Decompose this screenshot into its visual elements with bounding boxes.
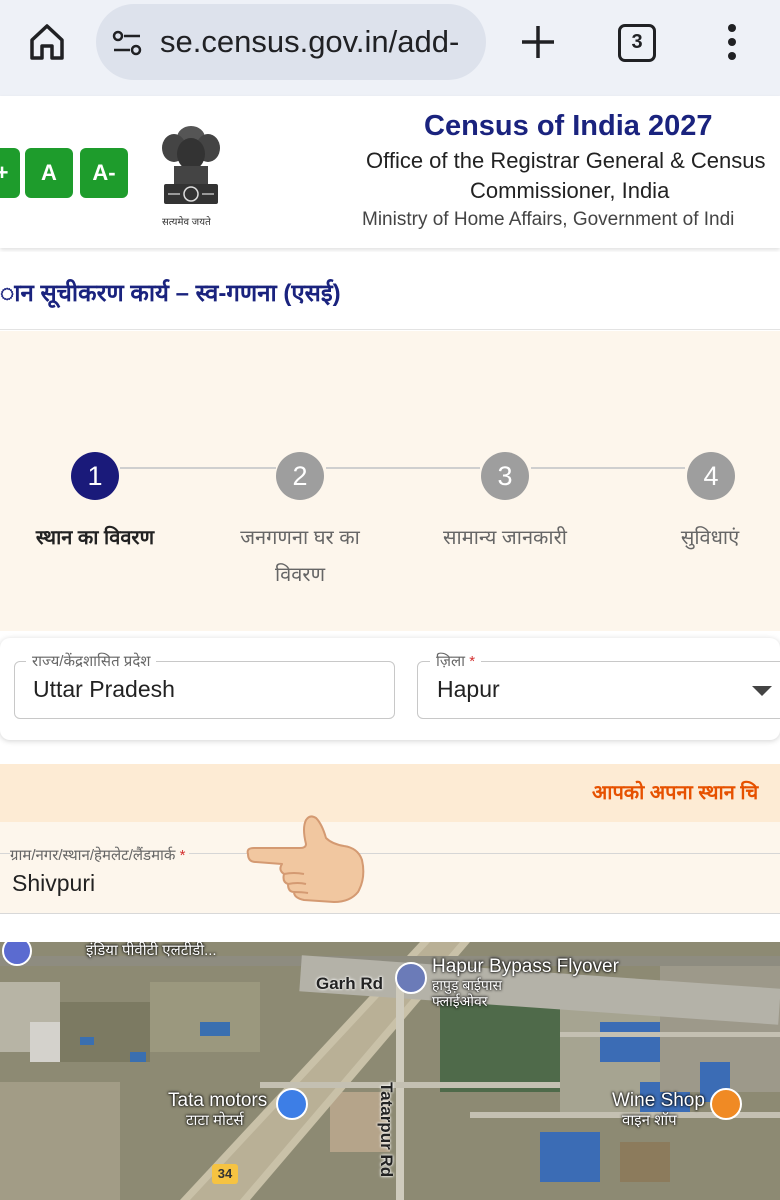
landmark-field-label: ग्राम/नगर/स्थान/हेमलेट/लैंडमार्क * bbox=[10, 845, 190, 865]
plus-icon[interactable] bbox=[518, 22, 558, 62]
ministry-line: Ministry of Home Affairs, Government of … bbox=[362, 209, 735, 230]
landmark-field[interactable] bbox=[0, 822, 780, 914]
map-label-tata-motors: Tata motors bbox=[168, 1090, 268, 1111]
office-line-1: Office of the Registrar General & Census bbox=[366, 148, 766, 173]
font-decrease-button[interactable]: A- bbox=[80, 148, 128, 198]
site-title: Census of India 2027 bbox=[424, 110, 713, 142]
route-shield: 34 bbox=[212, 1164, 238, 1184]
pointing-hand-icon bbox=[246, 815, 365, 903]
map-label-flyover-hi-2: फ्लाईओवर bbox=[432, 993, 488, 1009]
screen: { "browser": { "url": "se.census.gov.in/… bbox=[0, 0, 780, 1200]
national-emblem-icon bbox=[162, 126, 220, 204]
tabs-icon[interactable]: 3 bbox=[618, 24, 656, 62]
step-1-label: स्थान का विवरण bbox=[35, 527, 155, 549]
map-label-tata-motors-hi: टाटा मोटर्स bbox=[186, 1112, 244, 1129]
office-line-2: Commissioner, India bbox=[470, 178, 670, 203]
step-4-circle[interactable]: 4 bbox=[687, 452, 735, 500]
map-label-flyover: Hapur Bypass Flyover bbox=[432, 956, 619, 977]
satellite-map[interactable]: इंडिया पीवीटी एलटीडी... Garh Rd Hapur By… bbox=[0, 942, 780, 1200]
map-label-wine-shop-hi: वाइन शॉप bbox=[622, 1112, 677, 1129]
font-reset-button[interactable]: A bbox=[25, 148, 73, 198]
district-field-label: ज़िला * bbox=[430, 651, 482, 671]
notice-text: आपको अपना स्थान चि bbox=[592, 782, 759, 804]
district-select-value: Hapur bbox=[437, 676, 500, 702]
step-2-circle[interactable]: 2 bbox=[276, 452, 324, 500]
step-3-circle[interactable]: 3 bbox=[481, 452, 529, 500]
step-3-label: सामान्य जानकारी bbox=[443, 527, 567, 549]
step-connector bbox=[531, 467, 685, 469]
emblem-motto: सत्यमेव जयते bbox=[162, 217, 211, 228]
landmark-field-value: Shivpuri bbox=[12, 870, 96, 896]
step-connector bbox=[120, 467, 276, 469]
cocktail-icon[interactable] bbox=[710, 1088, 742, 1120]
state-field-label: राज्य/केंद्रशासित प्रदेश bbox=[26, 651, 157, 671]
chevron-down-icon[interactable] bbox=[751, 684, 773, 698]
shopping-bag-icon[interactable] bbox=[276, 1088, 308, 1120]
step-2-label: जनगणना घर का bbox=[240, 527, 360, 549]
map-label-garh-rd: Garh Rd bbox=[316, 974, 384, 993]
font-increase-button[interactable]: + bbox=[0, 148, 20, 198]
step-1-circle[interactable]: 1 bbox=[71, 452, 119, 500]
step-4-label: सुविधाएं bbox=[680, 527, 740, 549]
home-icon[interactable] bbox=[24, 18, 70, 64]
map-label-top-poi: इंडिया पीवीटी एलटीडी... bbox=[86, 942, 217, 959]
url-text: se.census.gov.in/add- bbox=[160, 24, 460, 59]
flyover-marker[interactable] bbox=[395, 962, 427, 994]
map-label-tatarpur-rd: Tatarpur Rd bbox=[377, 1082, 396, 1178]
page-title: ान सूचीकरण कार्य – स्व-गणना (एसई) bbox=[0, 280, 341, 307]
site-settings-icon[interactable] bbox=[110, 26, 144, 60]
map-label-wine-shop: Wine Shop bbox=[612, 1090, 705, 1111]
step-connector bbox=[326, 467, 480, 469]
step-2-label-line2: विवरण bbox=[274, 564, 326, 586]
state-field-value: Uttar Pradesh bbox=[33, 676, 175, 702]
more-vert-icon[interactable] bbox=[718, 22, 746, 62]
address-bar[interactable]: se.census.gov.in/add- bbox=[96, 4, 486, 80]
